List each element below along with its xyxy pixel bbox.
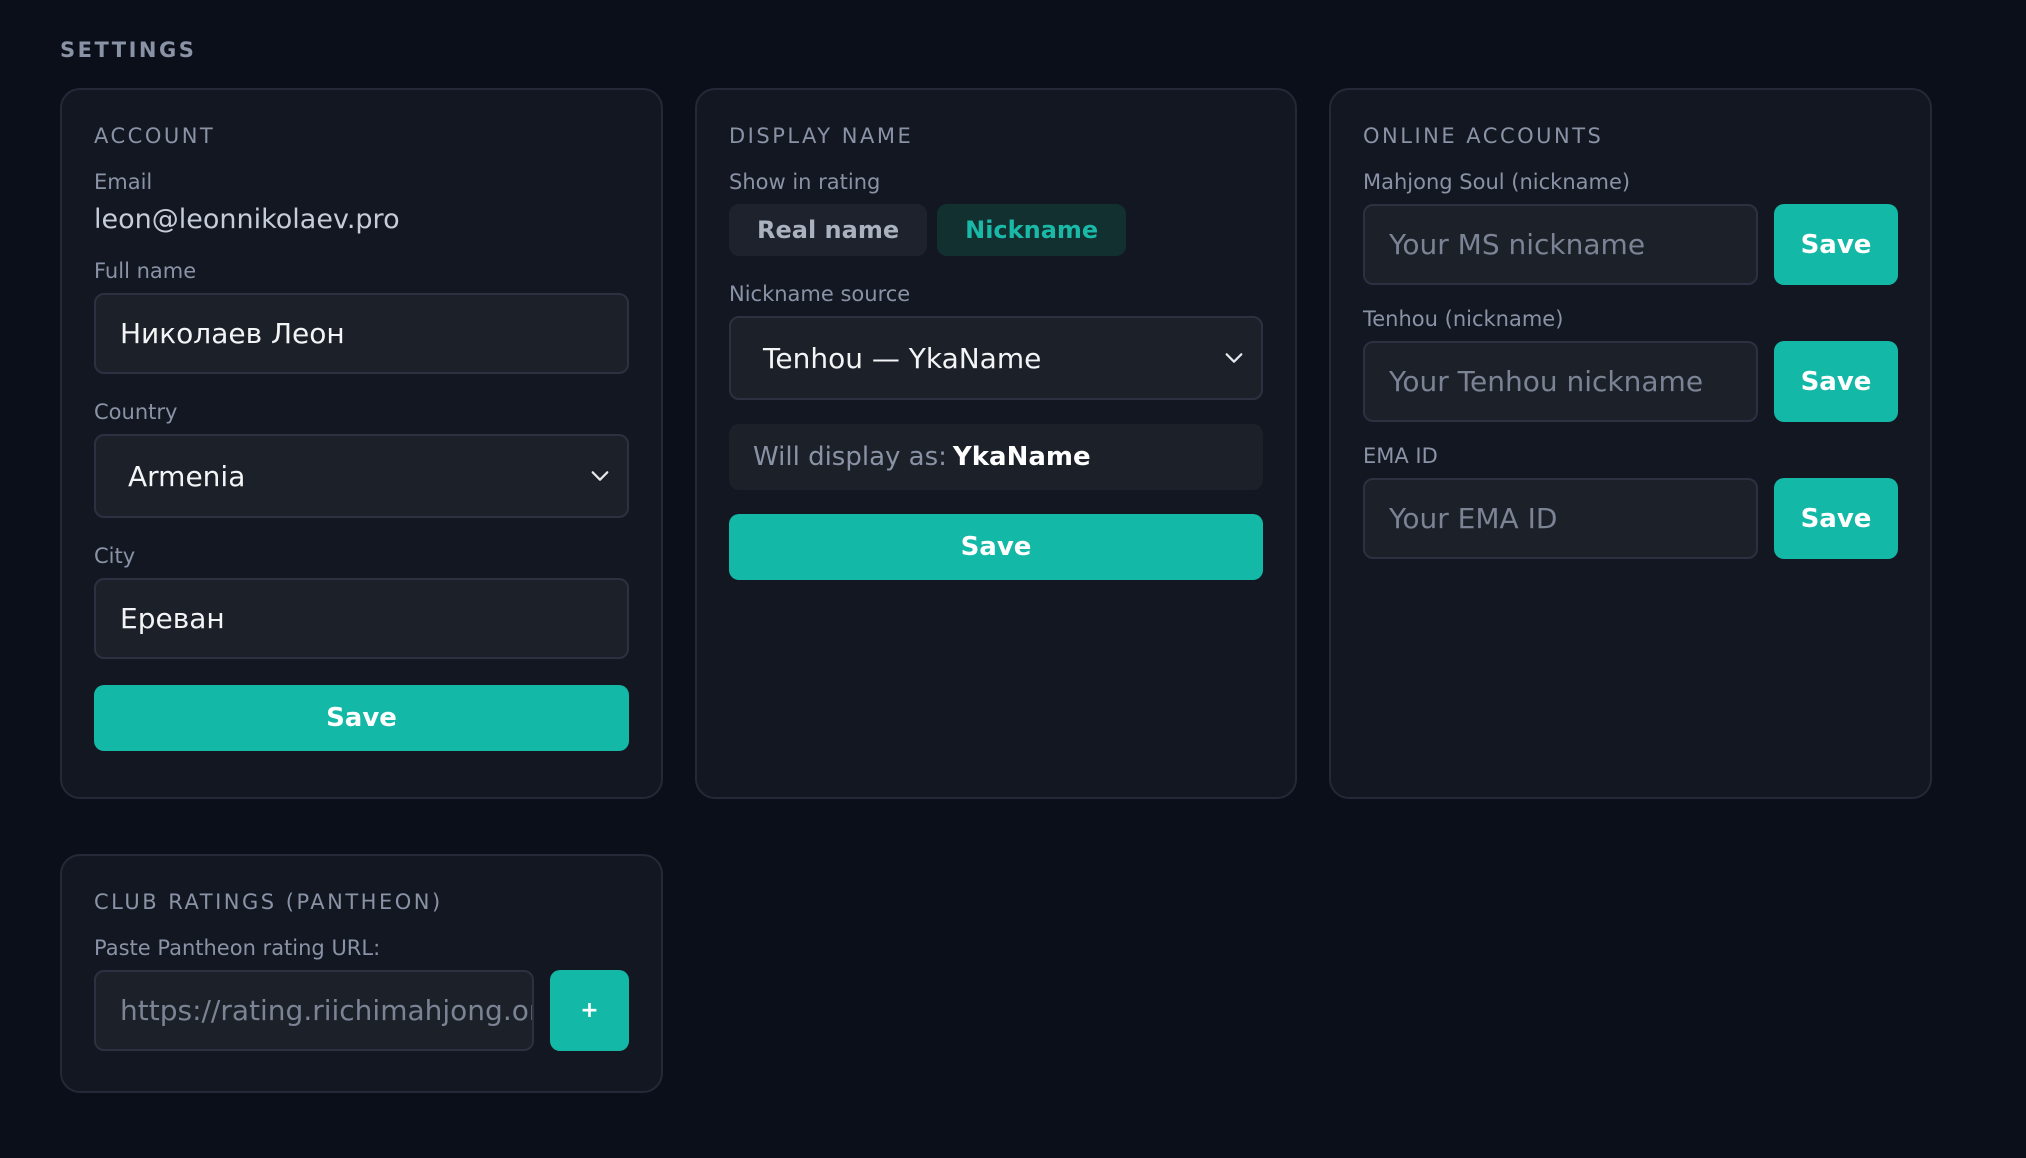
chevron-down-icon (1225, 353, 1243, 363)
show-in-rating-toggle: Real name Nickname (729, 204, 1263, 256)
mahjong-soul-label: Mahjong Soul (nickname) (1363, 170, 1631, 194)
email-label: Email (94, 170, 153, 194)
nickname-source-label: Nickname source (729, 282, 911, 306)
show-in-rating-label: Show in rating (729, 170, 881, 194)
club-ratings-card: CLUB RATINGS (PANTHEON) Paste Pantheon r… (60, 854, 663, 1093)
online-accounts-card: ONLINE ACCOUNTS Mahjong Soul (nickname) … (1329, 88, 1932, 799)
account-card: ACCOUNT Email leon@leonnikolaev.pro Full… (60, 88, 663, 799)
nickname-source-value: Tenhou — YkaName (763, 341, 1042, 375)
ema-id-input[interactable]: Your EMA ID (1363, 478, 1758, 559)
mahjong-soul-input[interactable]: Your MS nickname (1363, 204, 1758, 285)
tenhou-label: Tenhou (nickname) (1363, 307, 1564, 331)
display-preview-value: YkaName (952, 442, 1091, 472)
ema-id-save-button[interactable]: Save (1774, 478, 1898, 559)
toggle-real-name[interactable]: Real name (729, 204, 928, 256)
account-save-button[interactable]: Save (94, 685, 629, 751)
display-name-card-title: DISPLAY NAME (729, 124, 914, 148)
nickname-source-select[interactable]: Tenhou — YkaName (729, 316, 1263, 400)
toggle-nickname[interactable]: Nickname (937, 204, 1127, 256)
club-ratings-card-title: CLUB RATINGS (PANTHEON) (94, 890, 443, 914)
full-name-label: Full name (94, 259, 197, 283)
add-pantheon-button[interactable]: + (550, 970, 629, 1051)
city-label: City (94, 544, 136, 568)
pantheon-url-label: Paste Pantheon rating URL: (94, 936, 381, 960)
full-name-input[interactable]: Николаев Леон (94, 293, 629, 374)
account-card-title: ACCOUNT (94, 124, 216, 148)
country-select[interactable]: Armenia (94, 434, 629, 518)
online-accounts-card-title: ONLINE ACCOUNTS (1363, 124, 1604, 148)
tenhou-save-button[interactable]: Save (1774, 341, 1898, 422)
country-select-value: Armenia (128, 459, 246, 493)
ema-id-label: EMA ID (1363, 444, 1438, 468)
chevron-down-icon (591, 471, 609, 481)
country-label: Country (94, 400, 178, 424)
plus-icon: + (580, 998, 599, 1023)
display-preview-prefix: Will display as: (753, 442, 947, 472)
tenhou-input[interactable]: Your Tenhou nickname (1363, 341, 1758, 422)
display-name-card: DISPLAY NAME Show in rating Real name Ni… (695, 88, 1297, 799)
display-preview: Will display as: YkaName (729, 424, 1263, 490)
email-value: leon@leonnikolaev.pro (94, 204, 400, 235)
page-title: SETTINGS (60, 38, 197, 62)
pantheon-url-input[interactable]: https://rating.riichimahjong.org (94, 970, 534, 1051)
display-name-save-button[interactable]: Save (729, 514, 1263, 580)
mahjong-soul-save-button[interactable]: Save (1774, 204, 1898, 285)
city-input[interactable]: Ереван (94, 578, 629, 659)
